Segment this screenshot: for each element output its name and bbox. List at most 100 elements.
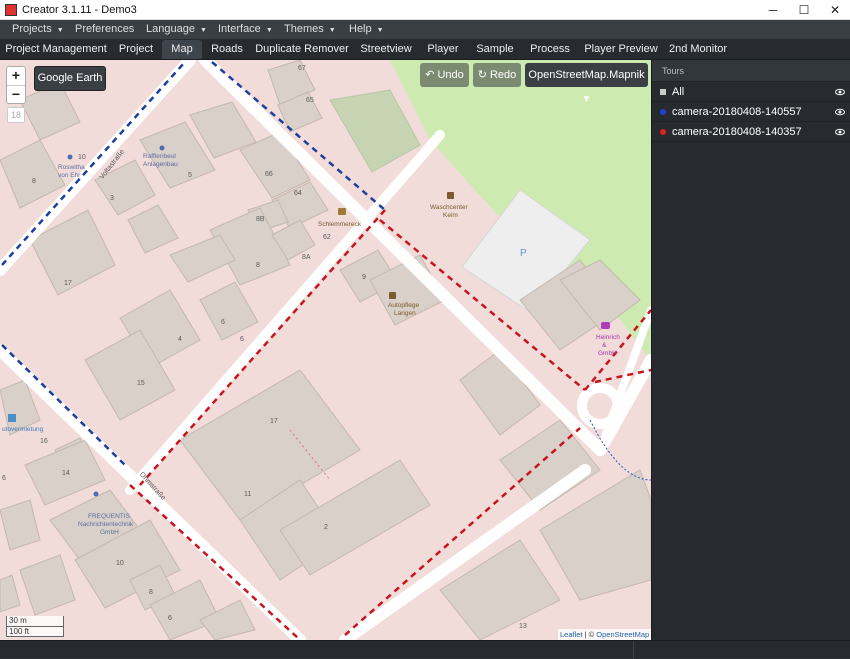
menu-label: Themes: [284, 23, 324, 35]
menu-label: Language: [146, 23, 195, 35]
tab-streetview[interactable]: Streetview: [357, 40, 415, 59]
house-number: 65: [306, 97, 314, 104]
poi-label-autovermietung: utovermietung: [2, 426, 44, 433]
house-number: 6: [168, 615, 172, 622]
map-canvas: P Voltastraße Ohmstraße Rafflenbeul Anla…: [0, 60, 651, 640]
zoom-control: + −: [6, 66, 26, 104]
tour-color-dot: [660, 109, 666, 115]
menu-label: Interface: [218, 23, 261, 35]
tab-project-management[interactable]: Project Management: [4, 40, 108, 59]
eye-icon[interactable]: [835, 107, 845, 117]
poi-label-heinrich-2: &: [602, 342, 607, 349]
tab-sample[interactable]: Sample: [472, 40, 518, 59]
poi-label-frequentis-2: Nachrichtentechnik: [78, 521, 134, 528]
house-number: 8: [32, 178, 36, 185]
zoom-out-button[interactable]: −: [7, 85, 25, 103]
carwash-icon: [447, 192, 454, 199]
house-number: 17: [64, 280, 72, 287]
tab-map[interactable]: Map: [162, 40, 202, 59]
poi-marker: [159, 145, 165, 151]
house-number: 64: [294, 190, 302, 197]
tour-item-camera-140357[interactable]: camera-20180408-140357: [652, 122, 850, 142]
house-number: 11: [244, 491, 251, 498]
menu-label: Preferences: [75, 23, 135, 35]
scale-metric: 30 m: [9, 616, 27, 625]
house-number: 9: [362, 274, 366, 281]
zoom-in-button[interactable]: +: [7, 67, 25, 85]
house-number: 66: [265, 171, 273, 178]
menu-help[interactable]: Help ▼: [337, 20, 396, 39]
menu-label: Help: [349, 23, 372, 35]
house-number: 10: [78, 154, 86, 161]
eye-icon[interactable]: [835, 87, 845, 97]
tab-2nd-monitor[interactable]: 2nd Monitor: [666, 40, 730, 59]
scale-bar: 30 m 100 ft: [6, 616, 64, 637]
tour-item-camera-140557[interactable]: camera-20180408-140557: [652, 102, 850, 122]
undo-button[interactable]: ↶ Undo: [420, 63, 469, 87]
eye-icon[interactable]: [835, 127, 845, 137]
house-number: 6: [221, 319, 225, 326]
poi-label-frequentis-1: FREQUENTIS: [88, 513, 131, 520]
menu-label: Projects: [12, 23, 52, 35]
poi-label-frequentis-3: GmbH: [100, 529, 119, 536]
grass-patch: [329, 89, 421, 173]
car-dealer-icon: [601, 322, 610, 329]
tour-label: camera-20180408-140357: [672, 126, 802, 138]
zoom-level-indicator: 18: [7, 107, 25, 123]
house-number: 13: [519, 623, 527, 630]
window-title: Creator 3.1.11 - Demo3: [22, 4, 137, 16]
house-number: 17: [270, 418, 278, 425]
scale-imperial: 100 ft: [7, 626, 63, 636]
house-number: 62: [323, 234, 331, 241]
status-divider: [633, 641, 634, 659]
tour-color-dot: [660, 129, 666, 135]
google-earth-button[interactable]: Google Earth: [34, 66, 106, 91]
undo-label: Undo: [437, 69, 464, 81]
main-tabs: Project Management Project Map Roads Dup…: [0, 39, 850, 60]
house-number: 6: [2, 475, 6, 482]
restaurant-icon: [338, 208, 346, 215]
status-bar: [0, 640, 850, 659]
map-view[interactable]: P Voltastraße Ohmstraße Rafflenbeul Anla…: [0, 60, 651, 640]
tab-process[interactable]: Process: [526, 40, 574, 59]
poi-label-schlemmereck: Schlemmereck: [318, 221, 362, 228]
chevron-down-icon: ▾: [583, 93, 590, 105]
car-service-icon: [389, 292, 396, 299]
basemap-label: OpenStreetMap.Mapnik: [528, 69, 645, 81]
poi-marker: [93, 491, 99, 497]
tab-duplicate-remover[interactable]: Duplicate Remover: [254, 40, 350, 59]
parking-icon: P: [520, 248, 527, 259]
poi-label-roswitha-1: Roswitha: [58, 164, 85, 171]
tab-player[interactable]: Player: [421, 40, 465, 59]
attribution-separator: | ©: [582, 630, 597, 639]
poi-label-roswitha-2: von Ehr: [58, 172, 81, 179]
poi-label-autopflege-1: Autopflege: [388, 302, 419, 309]
osm-link[interactable]: OpenStreetMap: [596, 630, 649, 639]
house-number: 67: [298, 65, 306, 72]
close-button[interactable]: ✕: [820, 0, 850, 20]
tab-roads[interactable]: Roads: [205, 40, 249, 59]
tab-player-preview[interactable]: Player Preview: [582, 40, 660, 59]
house-number: 6: [240, 336, 244, 343]
house-number: 8: [256, 262, 260, 269]
minimize-button[interactable]: ─: [758, 0, 788, 20]
tour-label: All: [672, 86, 685, 98]
leaflet-link[interactable]: Leaflet: [560, 630, 583, 639]
chevron-down-icon: ▼: [376, 27, 384, 34]
undo-icon: ↶: [425, 69, 438, 81]
house-number: 10: [116, 560, 124, 567]
tour-label: camera-20180408-140557: [672, 106, 802, 118]
app-icon: [5, 4, 17, 16]
poi-label-heinrich-1: Heinrich: [596, 334, 620, 341]
maximize-button[interactable]: ☐: [789, 0, 819, 20]
poi-marker: [67, 154, 73, 160]
house-number: 16: [40, 438, 48, 445]
basemap-select[interactable]: OpenStreetMap.Mapnik ▾: [525, 63, 648, 105]
redo-button[interactable]: ↻ Redo: [473, 63, 521, 87]
map-attribution: Leaflet | © OpenStreetMap: [558, 629, 651, 640]
tab-project[interactable]: Project: [112, 40, 160, 59]
house-number: 8B: [256, 216, 265, 223]
tour-item-all[interactable]: All: [652, 82, 850, 102]
car-rental-icon: [8, 414, 16, 422]
house-number: 2: [324, 524, 328, 531]
